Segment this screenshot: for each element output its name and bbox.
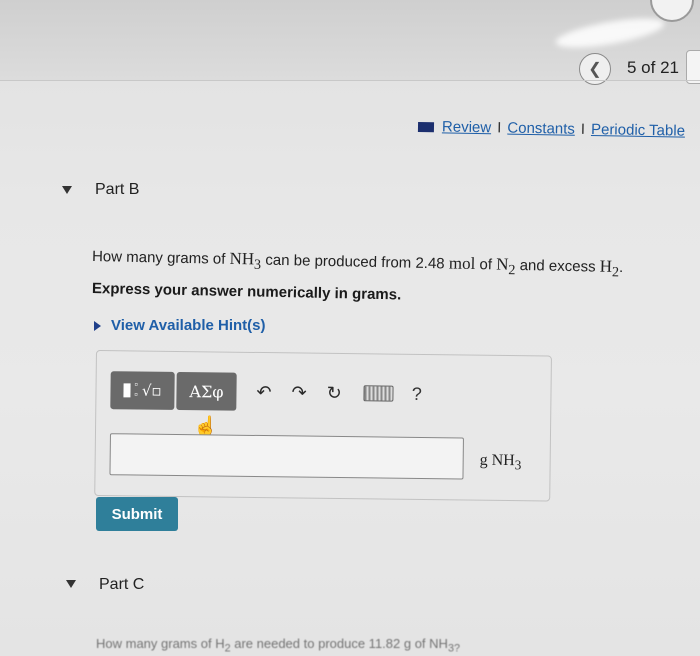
resource-links: Review I Constants I Periodic Table	[417, 118, 685, 140]
part-b-title: Part B	[95, 181, 140, 198]
collapse-part-c-icon[interactable]	[66, 580, 76, 588]
view-hints-link[interactable]: View Available Hint(s)	[94, 317, 266, 334]
reset-icon[interactable]: ↻	[327, 382, 342, 403]
next-question-button[interactable]	[686, 50, 700, 84]
block-icon	[123, 383, 131, 398]
review-link[interactable]: Review	[442, 118, 491, 136]
math-toolbar: ▫ ▫ √▫ ΑΣφ ↶ ↷ ↻ ?	[110, 371, 422, 413]
collapse-part-b-icon[interactable]	[62, 186, 72, 194]
link-separator: I	[580, 120, 586, 138]
answer-instruction: Express your answer numerically in grams…	[91, 280, 402, 304]
answer-panel: ▫ ▫ √▫ ΑΣφ ↶ ↷ ↻ ? ☝ g NH3	[94, 350, 552, 502]
submit-button[interactable]: Submit	[96, 497, 178, 531]
fraction-icon: ▫ ▫	[134, 379, 139, 401]
greek-symbols-button[interactable]: ΑΣφ	[176, 371, 237, 411]
question-pager: 5 of 21	[627, 58, 679, 77]
header-divider	[0, 80, 700, 81]
periodic-table-link[interactable]: Periodic Table	[591, 121, 685, 140]
part-c-question-text: How many grams of H2 are needed to produ…	[96, 636, 460, 655]
link-separator: I	[497, 119, 502, 137]
answer-input[interactable]	[109, 433, 464, 480]
answer-unit: g NH3	[479, 451, 522, 473]
redo-icon[interactable]: ↷	[291, 382, 306, 403]
chevron-left-icon: ❮	[588, 61, 602, 78]
templates-button[interactable]: ▫ ▫ √▫	[110, 371, 175, 410]
question-text: How many grams of NH3 can be produced fr…	[91, 248, 624, 281]
undo-icon[interactable]: ↶	[256, 381, 271, 402]
help-button[interactable]: ?	[412, 383, 422, 404]
part-c-title: Part C	[99, 576, 145, 593]
sqrt-icon: √▫	[141, 381, 162, 400]
constants-link[interactable]: Constants	[507, 120, 575, 138]
book-icon	[417, 122, 435, 133]
keyboard-icon[interactable]	[363, 385, 394, 402]
expand-triangle-icon	[94, 320, 101, 331]
